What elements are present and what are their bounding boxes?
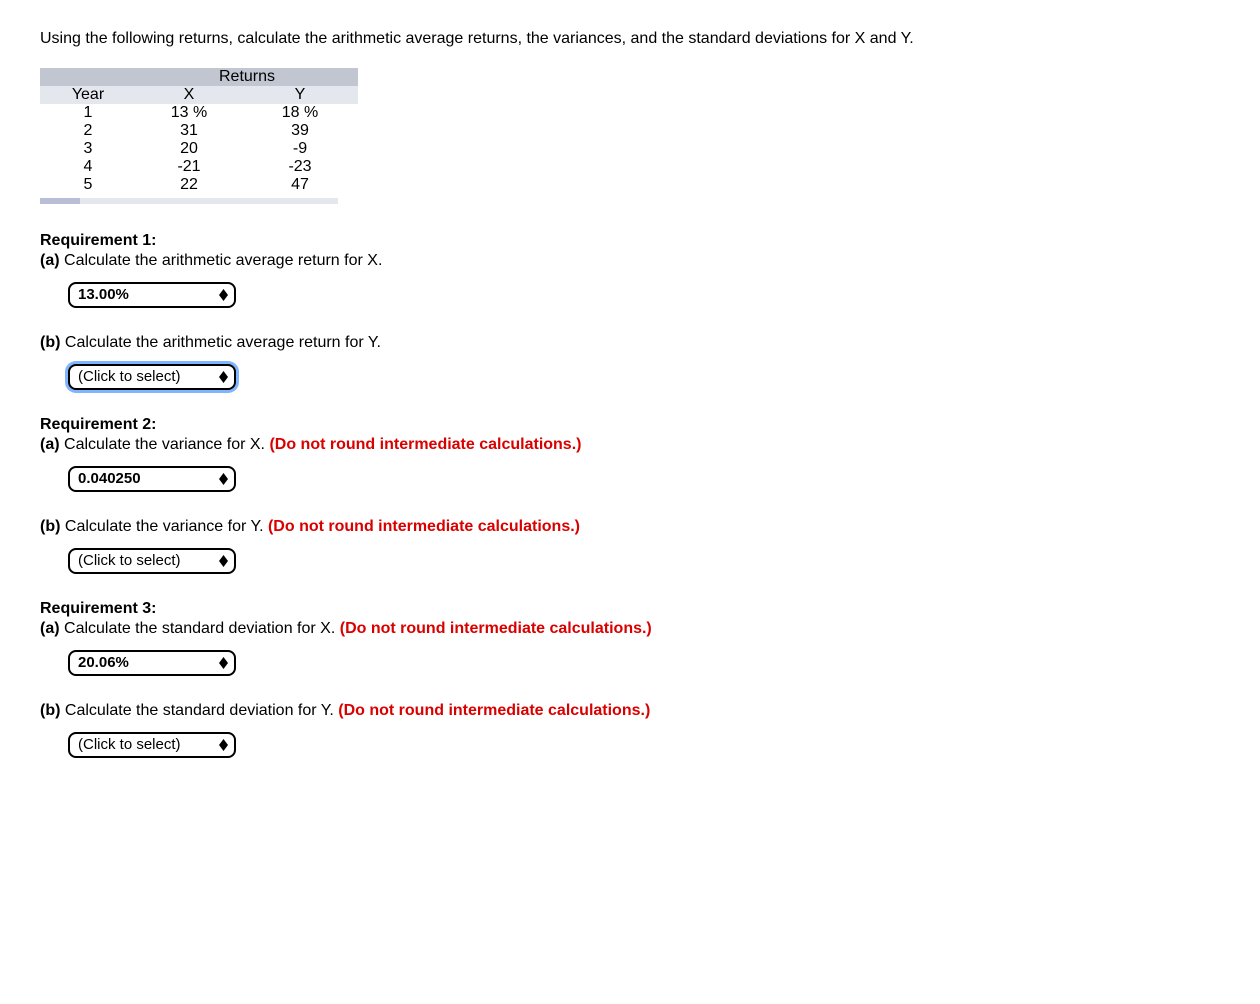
question-text: Calculate the arithmetic average return … [60, 334, 380, 351]
cell-x: 20 [136, 140, 242, 158]
req3-a-question: (a) Calculate the standard deviation for… [40, 620, 1220, 638]
part-label: (b) [40, 334, 60, 351]
stepper-icon [219, 371, 228, 383]
part-label: (a) [40, 620, 60, 637]
cell-year: 3 [40, 140, 136, 158]
part-label: (a) [40, 436, 60, 453]
req2-b-select[interactable]: (Click to select) [68, 548, 236, 574]
cell-y: -9 [242, 140, 358, 158]
requirement-2: Requirement 2: (a) Calculate the varianc… [40, 416, 1220, 574]
returns-super-header: Returns [136, 68, 358, 86]
cell-x: 31 [136, 122, 242, 140]
stepper-icon [219, 473, 228, 485]
cell-y: 47 [242, 176, 358, 194]
returns-super-header-row: Returns [40, 68, 358, 86]
select-placeholder: (Click to select) [78, 552, 181, 569]
req2-a-question: (a) Calculate the variance for X. (Do no… [40, 436, 1220, 454]
cell-year: 2 [40, 122, 136, 140]
req1-a-select[interactable]: 13.00% [68, 282, 236, 308]
req3-b-question: (b) Calculate the standard deviation for… [40, 702, 1220, 720]
req1-b-question: (b) Calculate the arithmetic average ret… [40, 334, 1220, 352]
select-value: 13.00% [78, 286, 129, 303]
cell-x: -21 [136, 158, 242, 176]
select-placeholder: (Click to select) [78, 736, 181, 753]
returns-table: Returns Year X Y 1 13 % 18 % 2 31 39 3 2… [40, 68, 358, 194]
select-value: 0.040250 [78, 470, 141, 487]
cell-y: 39 [242, 122, 358, 140]
req3-a-select[interactable]: 20.06% [68, 650, 236, 676]
header-year: Year [40, 86, 136, 104]
table-header-row: Year X Y [40, 86, 358, 104]
question-text: Calculate the variance for X. [60, 436, 270, 453]
stepper-icon [219, 555, 228, 567]
header-x: X [136, 86, 242, 104]
req2-a-select[interactable]: 0.040250 [68, 466, 236, 492]
header-y: Y [242, 86, 358, 104]
part-label: (a) [40, 252, 60, 269]
stepper-icon [219, 739, 228, 751]
table-row: 1 13 % 18 % [40, 104, 358, 122]
stepper-icon [219, 289, 228, 301]
cell-year: 4 [40, 158, 136, 176]
question-text: Calculate the standard deviation for X. [60, 620, 340, 637]
part-label: (b) [40, 702, 60, 719]
table-row: 2 31 39 [40, 122, 358, 140]
req3-title: Requirement 3: [40, 600, 1220, 618]
req1-b-select[interactable]: (Click to select) [68, 364, 236, 390]
question-text: Calculate the variance for Y. [60, 518, 268, 535]
requirement-3: Requirement 3: (a) Calculate the standar… [40, 600, 1220, 758]
question-text: Calculate the arithmetic average return … [60, 252, 383, 269]
req3-b-select[interactable]: (Click to select) [68, 732, 236, 758]
part-label: (b) [40, 518, 60, 535]
requirement-1: Requirement 1: (a) Calculate the arithme… [40, 232, 1220, 390]
select-placeholder: (Click to select) [78, 368, 181, 385]
select-value: 20.06% [78, 654, 129, 671]
req1-title: Requirement 1: [40, 232, 1220, 250]
instruction-note: (Do not round intermediate calculations.… [268, 518, 580, 535]
question-text: Calculate the standard deviation for Y. [60, 702, 338, 719]
cell-year: 1 [40, 104, 136, 122]
cell-x: 13 % [136, 104, 242, 122]
cell-y: 18 % [242, 104, 358, 122]
table-scrollbar[interactable] [40, 198, 338, 204]
instruction-note: (Do not round intermediate calculations.… [340, 620, 652, 637]
stepper-icon [219, 657, 228, 669]
table-row: 4 -21 -23 [40, 158, 358, 176]
cell-year: 5 [40, 176, 136, 194]
instruction-note: (Do not round intermediate calculations.… [269, 436, 581, 453]
cell-y: -23 [242, 158, 358, 176]
intro-text: Using the following returns, calculate t… [40, 28, 1000, 50]
req1-a-question: (a) Calculate the arithmetic average ret… [40, 252, 1220, 270]
req2-b-question: (b) Calculate the variance for Y. (Do no… [40, 518, 1220, 536]
table-row: 3 20 -9 [40, 140, 358, 158]
instruction-note: (Do not round intermediate calculations.… [338, 702, 650, 719]
table-row: 5 22 47 [40, 176, 358, 194]
req2-title: Requirement 2: [40, 416, 1220, 434]
cell-x: 22 [136, 176, 242, 194]
